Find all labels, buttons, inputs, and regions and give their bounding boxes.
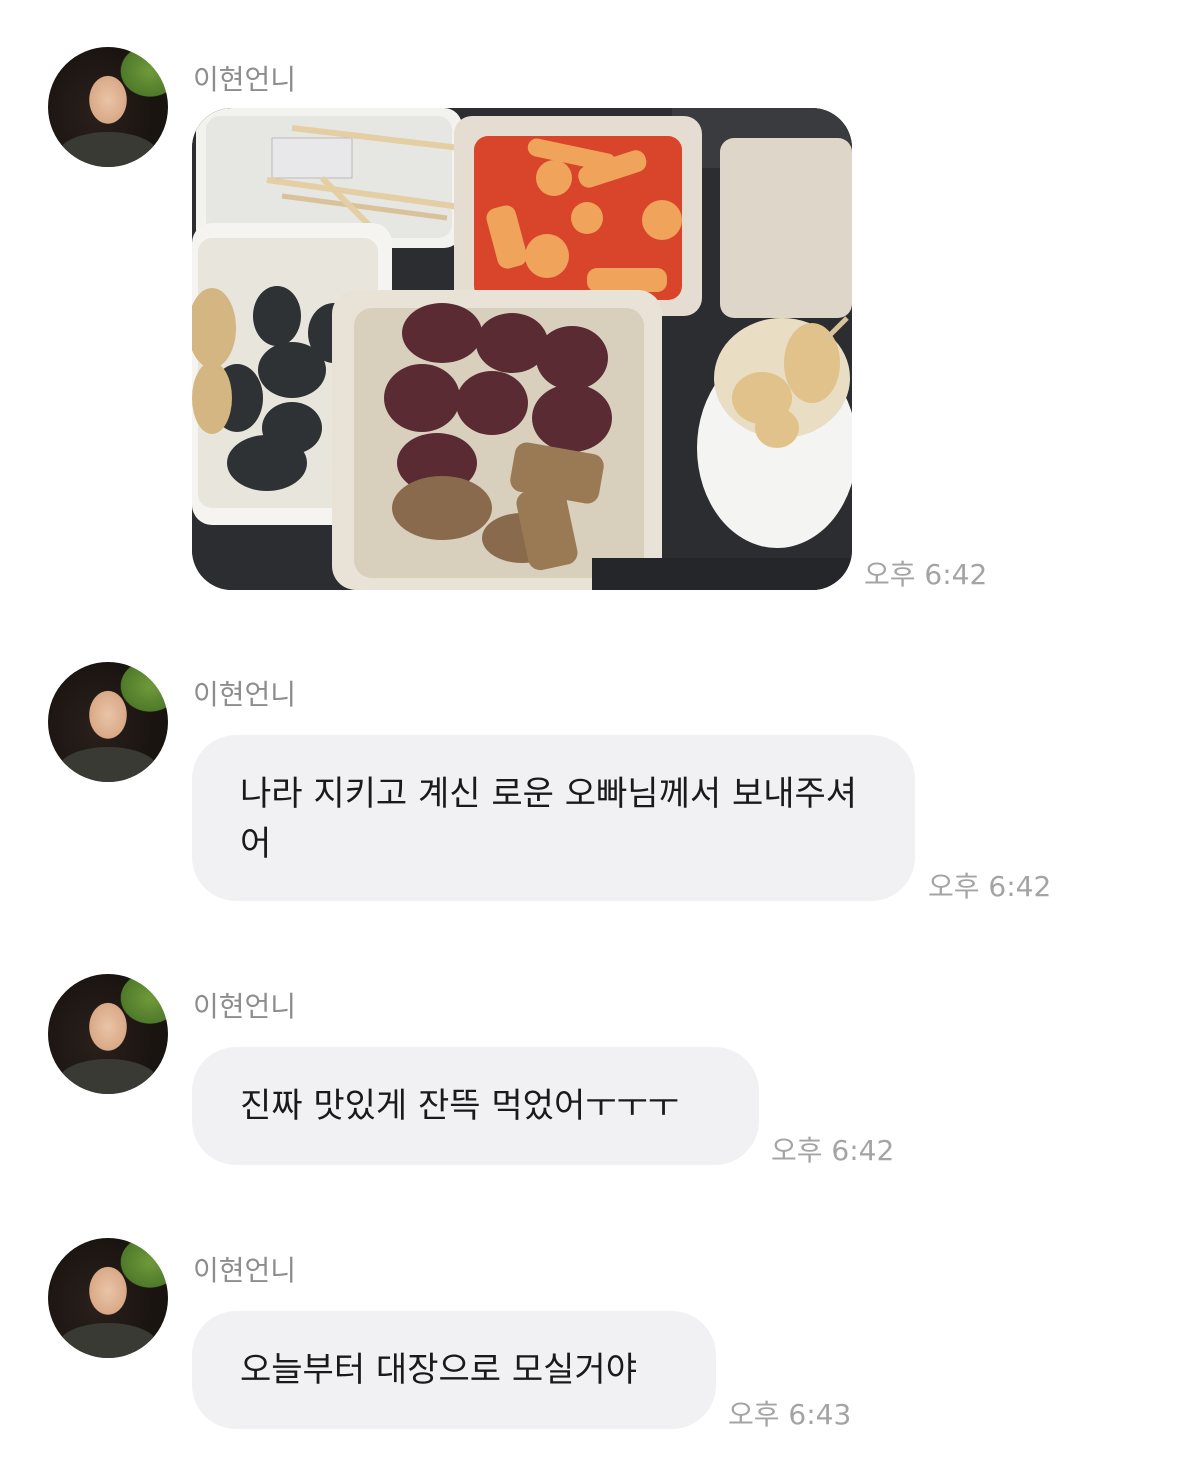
food-photo[interactable] — [192, 108, 852, 590]
message-text: 나라 지키고 계신 로운 오빠님께서 보내주셔어 — [240, 774, 858, 864]
sender-avatar[interactable] — [48, 662, 168, 782]
message-time: 오후 6:42 — [771, 1134, 895, 1167]
message-bubble[interactable]: 진짜 맛있게 잔뜩 먹었어ㅜㅜㅜ — [192, 1047, 759, 1165]
food-photo-image — [192, 108, 852, 590]
sender-avatar[interactable] — [48, 974, 168, 1094]
message-bubble[interactable]: 나라 지키고 계신 로운 오빠님께서 보내주셔어 — [192, 735, 915, 901]
message-bubble[interactable]: 오늘부터 대장으로 모실거야 — [192, 1311, 716, 1429]
sender-avatar[interactable] — [48, 1238, 168, 1358]
sender-name: 이현언니 — [193, 63, 297, 96]
message-time: 오후 6:43 — [728, 1398, 852, 1431]
sender-name: 이현언니 — [193, 1254, 297, 1287]
sender-name: 이현언니 — [193, 678, 297, 711]
sender-avatar[interactable] — [48, 47, 168, 167]
message-text: 오늘부터 대장으로 모실거야 — [240, 1350, 637, 1390]
message-time: 오후 6:42 — [928, 870, 1052, 903]
sender-name: 이현언니 — [193, 990, 297, 1023]
message-time: 오후 6:42 — [864, 558, 988, 591]
message-text: 진짜 맛있게 잔뜩 먹었어ㅜㅜㅜ — [240, 1086, 680, 1126]
